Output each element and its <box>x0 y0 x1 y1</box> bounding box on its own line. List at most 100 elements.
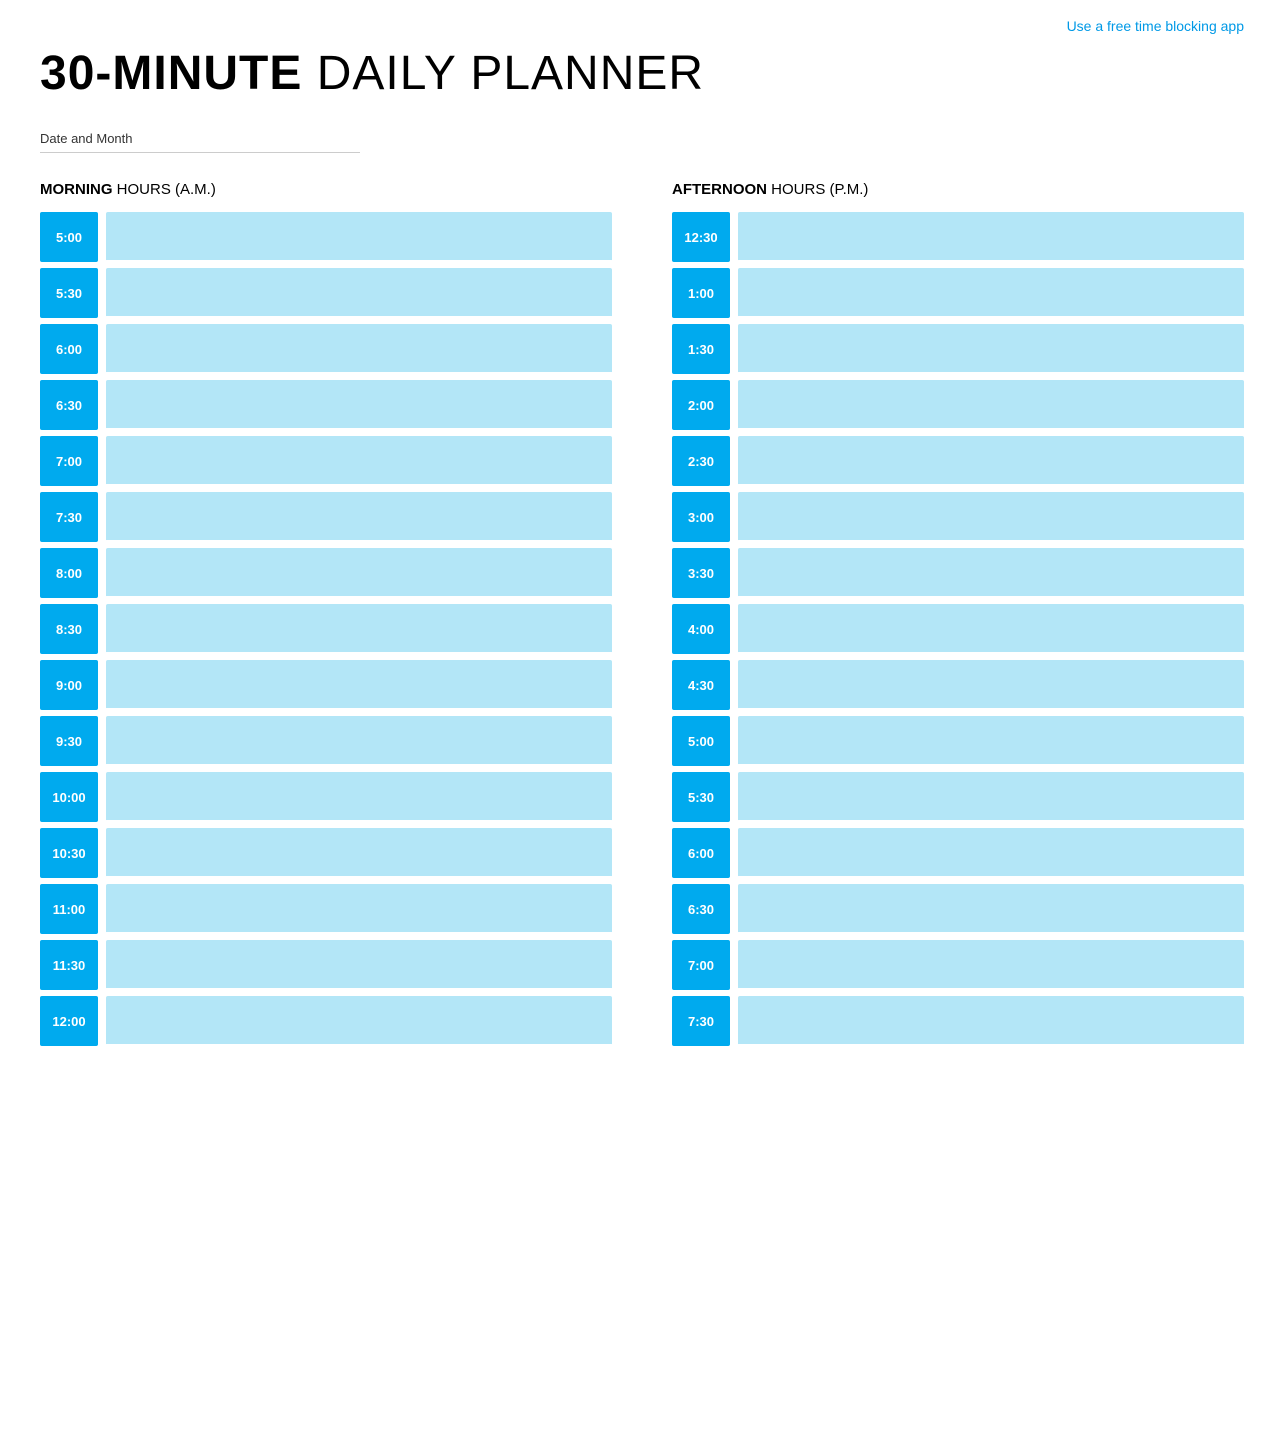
time-badge: 10:00 <box>40 772 98 822</box>
time-row: 1:30 <box>672 324 1244 374</box>
time-badge: 11:30 <box>40 940 98 990</box>
time-row: 11:30 <box>40 940 612 990</box>
time-badge: 4:00 <box>672 604 730 654</box>
time-badge: 11:00 <box>40 884 98 934</box>
time-block[interactable] <box>738 436 1244 486</box>
time-row: 3:30 <box>672 548 1244 598</box>
time-badge: 5:30 <box>672 772 730 822</box>
time-badge: 8:30 <box>40 604 98 654</box>
time-badge: 6:00 <box>672 828 730 878</box>
time-badge: 9:00 <box>40 660 98 710</box>
time-row: 6:30 <box>40 380 612 430</box>
time-badge: 7:30 <box>672 996 730 1046</box>
time-block[interactable] <box>106 996 612 1046</box>
time-row: 11:00 <box>40 884 612 934</box>
time-block[interactable] <box>106 380 612 430</box>
time-row: 5:00 <box>672 716 1244 766</box>
time-block[interactable] <box>106 212 612 262</box>
time-row: 3:00 <box>672 492 1244 542</box>
time-block[interactable] <box>106 324 612 374</box>
time-row: 1:00 <box>672 268 1244 318</box>
time-block[interactable] <box>106 828 612 878</box>
time-badge: 12:00 <box>40 996 98 1046</box>
time-block[interactable] <box>106 660 612 710</box>
time-block[interactable] <box>738 716 1244 766</box>
time-block[interactable] <box>738 324 1244 374</box>
date-label: Date and Month <box>40 131 1244 146</box>
time-row: 5:00 <box>40 212 612 262</box>
time-row: 5:30 <box>672 772 1244 822</box>
time-row: 7:30 <box>672 996 1244 1046</box>
morning-header: MORNING HOURS (A.M.) <box>40 181 612 198</box>
time-badge: 12:30 <box>672 212 730 262</box>
time-block[interactable] <box>738 940 1244 990</box>
time-row: 10:30 <box>40 828 612 878</box>
time-badge: 1:30 <box>672 324 730 374</box>
top-link-area: Use a free time blocking app <box>40 0 1244 46</box>
planner-columns: MORNING HOURS (A.M.) 5:00 5:30 6:00 6:30… <box>40 181 1244 1052</box>
time-block[interactable] <box>738 828 1244 878</box>
time-row: 9:30 <box>40 716 612 766</box>
time-blocking-link[interactable]: Use a free time blocking app <box>1067 18 1244 34</box>
afternoon-column: AFTERNOON HOURS (P.M.) 12:30 1:00 1:30 2… <box>672 181 1244 1052</box>
time-badge: 3:30 <box>672 548 730 598</box>
time-badge: 10:30 <box>40 828 98 878</box>
time-block[interactable] <box>106 884 612 934</box>
time-row: 4:30 <box>672 660 1244 710</box>
time-block[interactable] <box>738 772 1244 822</box>
time-badge: 8:00 <box>40 548 98 598</box>
time-badge: 9:30 <box>40 716 98 766</box>
time-row: 7:30 <box>40 492 612 542</box>
time-block[interactable] <box>738 884 1244 934</box>
time-badge: 6:00 <box>40 324 98 374</box>
time-block[interactable] <box>106 604 612 654</box>
time-badge: 5:00 <box>672 716 730 766</box>
time-block[interactable] <box>106 548 612 598</box>
time-badge: 6:30 <box>40 380 98 430</box>
time-row: 8:00 <box>40 548 612 598</box>
time-row: 7:00 <box>40 436 612 486</box>
time-badge: 5:00 <box>40 212 98 262</box>
time-block[interactable] <box>738 996 1244 1046</box>
time-block[interactable] <box>106 940 612 990</box>
time-badge: 2:30 <box>672 436 730 486</box>
afternoon-slots: 12:30 1:00 1:30 2:00 2:30 3:00 3:30 4:00… <box>672 212 1244 1046</box>
time-row: 2:00 <box>672 380 1244 430</box>
time-badge: 7:00 <box>40 436 98 486</box>
time-block[interactable] <box>106 716 612 766</box>
time-block[interactable] <box>738 268 1244 318</box>
time-badge: 7:00 <box>672 940 730 990</box>
time-row: 4:00 <box>672 604 1244 654</box>
time-row: 6:00 <box>672 828 1244 878</box>
time-block[interactable] <box>106 492 612 542</box>
time-block[interactable] <box>738 548 1244 598</box>
afternoon-header: AFTERNOON HOURS (P.M.) <box>672 181 1244 198</box>
time-block[interactable] <box>106 772 612 822</box>
time-row: 12:00 <box>40 996 612 1046</box>
time-row: 6:00 <box>40 324 612 374</box>
time-row: 9:00 <box>40 660 612 710</box>
morning-slots: 5:00 5:30 6:00 6:30 7:00 7:30 8:00 8:30 … <box>40 212 612 1046</box>
page-title: 30-MINUTE DAILY PLANNER <box>40 46 1244 101</box>
time-block[interactable] <box>738 604 1244 654</box>
time-row: 10:00 <box>40 772 612 822</box>
time-block[interactable] <box>106 436 612 486</box>
morning-column: MORNING HOURS (A.M.) 5:00 5:30 6:00 6:30… <box>40 181 612 1052</box>
time-badge: 5:30 <box>40 268 98 318</box>
time-block[interactable] <box>738 492 1244 542</box>
time-row: 5:30 <box>40 268 612 318</box>
time-block[interactable] <box>738 660 1244 710</box>
time-block[interactable] <box>738 380 1244 430</box>
time-badge: 4:30 <box>672 660 730 710</box>
time-row: 6:30 <box>672 884 1244 934</box>
time-row: 8:30 <box>40 604 612 654</box>
time-row: 2:30 <box>672 436 1244 486</box>
time-badge: 2:00 <box>672 380 730 430</box>
date-divider <box>40 152 360 153</box>
time-row: 12:30 <box>672 212 1244 262</box>
time-badge: 3:00 <box>672 492 730 542</box>
time-block[interactable] <box>106 268 612 318</box>
time-badge: 7:30 <box>40 492 98 542</box>
time-block[interactable] <box>738 212 1244 262</box>
time-badge: 6:30 <box>672 884 730 934</box>
